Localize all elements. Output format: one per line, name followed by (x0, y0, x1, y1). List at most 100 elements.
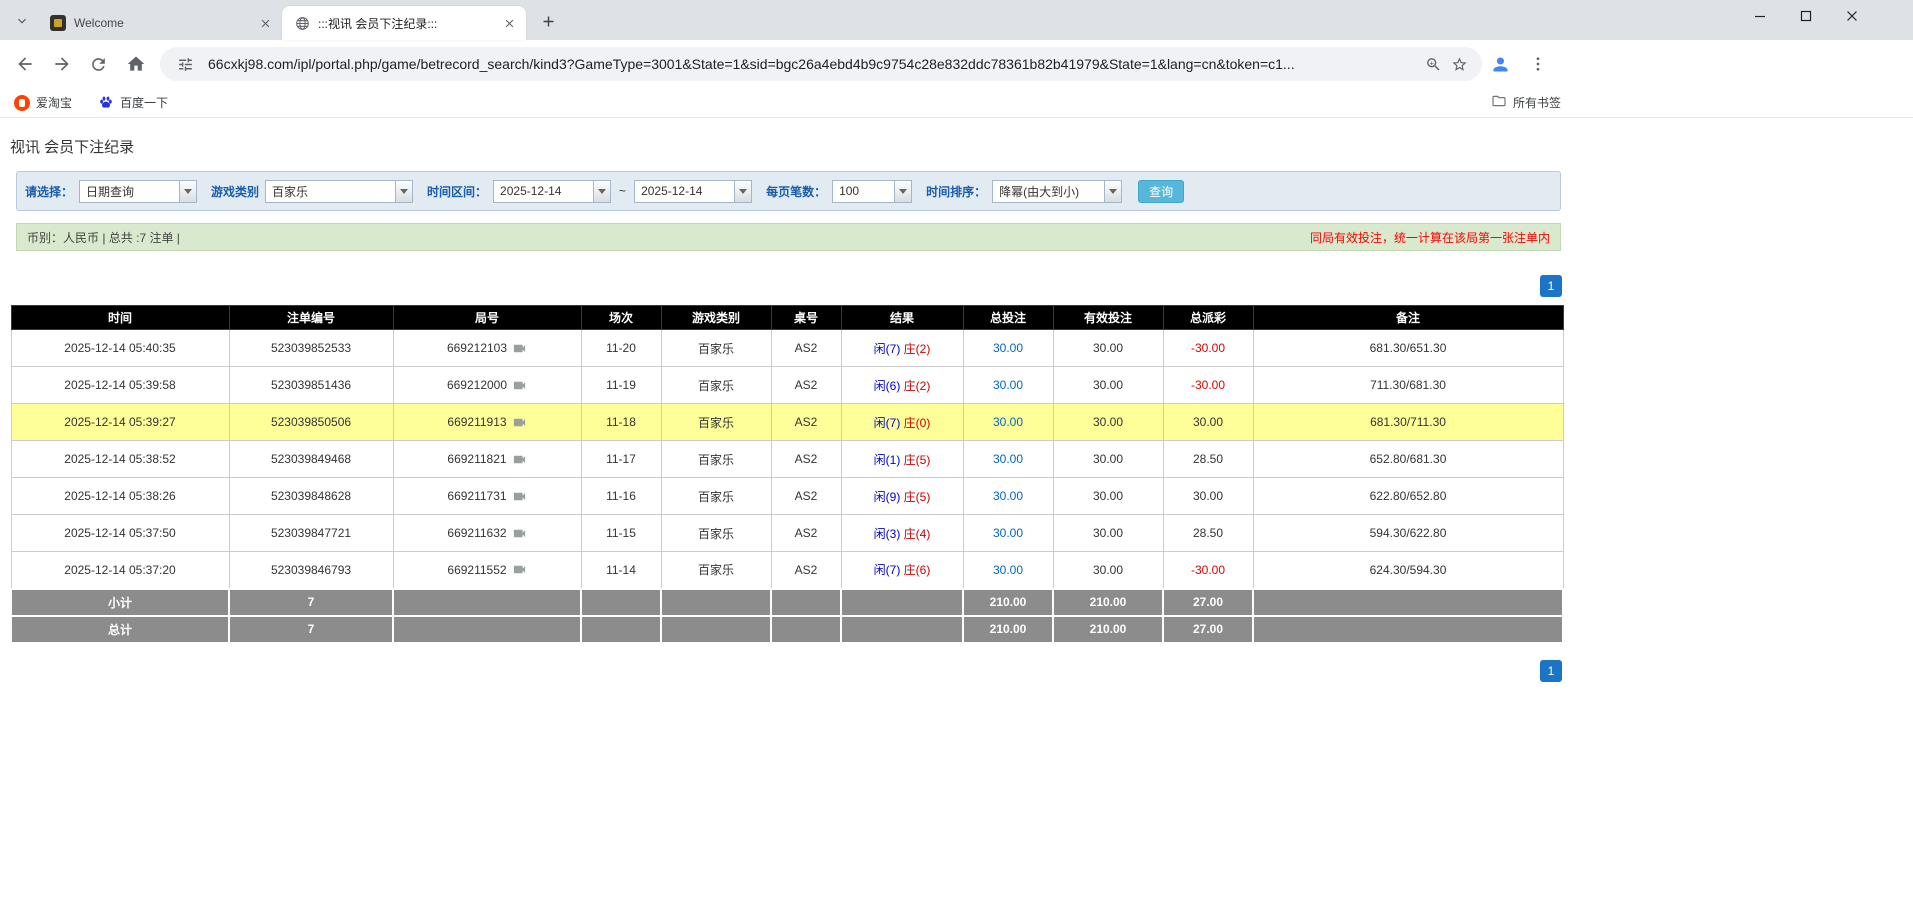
close-icon[interactable] (500, 14, 518, 32)
browser-window: Welcome :::视讯 会员下注纪录::: 66cxkj98.com/ipl… (0, 0, 1913, 903)
site-info-button[interactable] (172, 51, 198, 77)
result-cell: 闲(9) 庄(5) (840, 477, 964, 515)
camera-icon[interactable] (512, 526, 527, 541)
chevron-down-icon[interactable] (179, 180, 197, 202)
round-number: 669211552 (447, 562, 507, 577)
banker-result: 庄(5) (903, 452, 931, 467)
bet-time-cell: 2025-12-14 05:37:50 (10, 514, 230, 552)
camera-icon[interactable] (512, 562, 527, 577)
window-controls (1737, 0, 1875, 32)
summary-cell: 7 (228, 614, 394, 644)
result-cell: 闲(1) 庄(5) (840, 440, 964, 478)
summary-row: 总计 7 210.00 210.00 27.00 (10, 614, 1564, 644)
forward-button[interactable] (44, 47, 79, 82)
total-bet-link[interactable]: 30.00 (962, 514, 1054, 552)
home-button[interactable] (118, 47, 153, 82)
summary-cell (580, 614, 662, 644)
column-header: 注单编号 (228, 305, 394, 330)
summary-row: 小计 7 210.00 210.00 27.00 (10, 587, 1564, 617)
select-value: 百家乐 (272, 184, 309, 199)
summary-cell: 210.00 (962, 587, 1054, 617)
total-bet-link[interactable]: 30.00 (962, 366, 1054, 404)
zoom-button[interactable] (1420, 51, 1446, 77)
banker-result: 庄(2) (903, 378, 931, 393)
camera-icon[interactable] (512, 489, 527, 504)
table-number-cell: AS2 (770, 403, 842, 441)
tab-bet-record[interactable]: :::视讯 会员下注纪录::: (282, 6, 526, 40)
new-tab-button[interactable] (534, 7, 562, 35)
chevron-down-icon[interactable] (593, 180, 611, 202)
result-cell: 闲(7) 庄(0) (840, 403, 964, 441)
session-cell: 11-19 (580, 366, 662, 404)
close-window-button[interactable] (1829, 0, 1875, 32)
chevron-down-icon[interactable] (1104, 180, 1122, 202)
bookmark-baidu[interactable]: 百度一下 (98, 94, 168, 111)
address-bar[interactable]: 66cxkj98.com/ipl/portal.php/game/betreco… (160, 47, 1482, 81)
total-bet-link[interactable]: 30.00 (962, 329, 1054, 367)
search-button[interactable]: 查询 (1138, 179, 1185, 203)
chevron-down-icon[interactable] (894, 180, 912, 202)
column-header: 桌号 (770, 305, 842, 330)
select-value: 2025-12-14 (500, 184, 562, 198)
folder-icon (1491, 93, 1507, 112)
time-range-label: 时间区间： (427, 184, 488, 199)
menu-button[interactable] (1520, 47, 1555, 82)
tab-welcome[interactable]: Welcome (38, 6, 282, 40)
chevron-down-icon[interactable] (395, 180, 413, 202)
select-value: 降幂(由大到小) (999, 184, 1080, 199)
round-number: 669212103 (446, 341, 508, 355)
bookmark-aitaobao[interactable]: 爱淘宝 (14, 94, 72, 111)
profile-avatar[interactable] (1483, 47, 1518, 82)
banker-result: 庄(6) (903, 563, 931, 578)
camera-icon[interactable] (512, 452, 527, 467)
payout-cell: 30.00 (1162, 403, 1254, 441)
date-to-select[interactable]: 2025-12-14 (634, 179, 753, 203)
player-result: 闲(7) (873, 563, 901, 578)
summary-cell (770, 587, 842, 617)
camera-icon[interactable] (512, 415, 527, 430)
game-category-select[interactable]: 百家乐 (265, 179, 414, 203)
minimize-button[interactable] (1737, 0, 1783, 32)
round-wrap: 669211913 (447, 415, 526, 430)
page-1-button[interactable]: 1 (1540, 659, 1562, 682)
game-type-cell: 百家乐 (660, 551, 772, 589)
sort-order-select[interactable]: 降幂(由大到小) (992, 179, 1123, 203)
bookmark-label: 百度一下 (120, 96, 169, 110)
close-icon[interactable] (256, 14, 274, 32)
page-1-button[interactable]: 1 (1540, 275, 1562, 297)
total-bet-link[interactable]: 30.00 (962, 477, 1054, 515)
bookmark-page-button[interactable] (1446, 51, 1472, 77)
aitaobao-favicon (14, 94, 30, 111)
sort-order-label: 时间排序： (926, 184, 987, 199)
camera-icon[interactable] (512, 341, 527, 356)
column-header: 场次 (580, 305, 662, 330)
query-type-select[interactable]: 日期查询 (79, 179, 198, 203)
summary-cell (1252, 614, 1564, 644)
valid-bet-cell: 30.00 (1052, 403, 1164, 441)
table-number-cell: AS2 (770, 551, 842, 589)
total-bet-link[interactable]: 30.00 (962, 440, 1054, 478)
tab-search-button[interactable] (8, 7, 36, 35)
plus-icon (543, 16, 553, 26)
remark-cell: 622.80/652.80 (1252, 477, 1564, 515)
maximize-icon (1800, 10, 1812, 22)
player-result: 闲(6) (873, 378, 901, 393)
all-bookmarks-button[interactable]: 所有书签 (1491, 93, 1561, 112)
total-bet-link[interactable]: 30.00 (962, 551, 1054, 589)
round-cell: 669211632 (392, 514, 582, 552)
valid-bet-cell: 30.00 (1052, 440, 1164, 478)
summary-cell: 27.00 (1162, 587, 1254, 617)
date-from-select[interactable]: 2025-12-14 (493, 179, 612, 203)
bet-number-cell: 523039852533 (228, 329, 394, 367)
back-button[interactable] (7, 47, 42, 82)
page-size-select[interactable]: 100 (832, 179, 913, 203)
round-number: 669212000 (446, 378, 508, 392)
chevron-down-icon[interactable] (734, 180, 752, 202)
page-title: 视讯 会员下注纪录 (10, 139, 135, 156)
bet-number-cell: 523039849468 (228, 440, 394, 478)
maximize-button[interactable] (1783, 0, 1829, 32)
reload-button[interactable] (81, 47, 116, 82)
bet-time-cell: 2025-12-14 05:38:52 (10, 440, 230, 478)
total-bet-link[interactable]: 30.00 (962, 403, 1054, 441)
camera-icon[interactable] (512, 378, 527, 393)
